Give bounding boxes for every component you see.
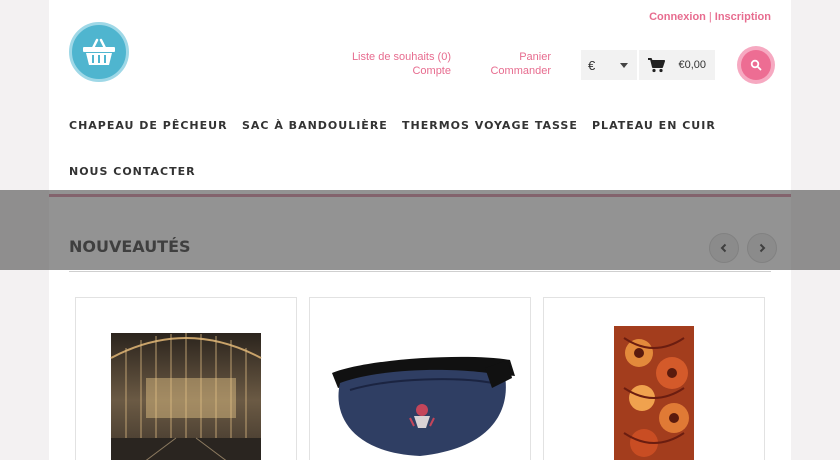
- nav-item-chapeau[interactable]: CHAPEAU DE PÊCHEUR: [69, 119, 228, 132]
- wishlist-account-links: Liste de souhaits (0) Compte: [352, 50, 451, 78]
- account-links-separator: |: [708, 11, 712, 23]
- site-logo[interactable]: [69, 22, 129, 82]
- wishlist-link[interactable]: Liste de souhaits (0): [352, 50, 451, 64]
- carousel-prev-button[interactable]: [709, 233, 739, 263]
- product-image-bag: [332, 356, 515, 456]
- carousel-next-button[interactable]: [747, 233, 777, 263]
- product-card[interactable]: [543, 297, 765, 460]
- product-card[interactable]: [75, 297, 297, 460]
- currency-select[interactable]: €: [581, 50, 637, 80]
- section-divider: [69, 271, 771, 272]
- signup-link[interactable]: Inscription: [715, 11, 771, 23]
- chevron-down-icon: [620, 63, 628, 68]
- search-button[interactable]: [737, 46, 775, 84]
- section-title: NOUVEAUTÉS: [69, 237, 191, 256]
- currency-value: €: [588, 58, 596, 73]
- basket-logo-icon: [83, 38, 115, 65]
- nav-item-sac[interactable]: SAC À BANDOULIÈRE: [242, 119, 388, 132]
- account-links: Connexion | Inscription: [649, 11, 771, 23]
- page: Connexion | Inscription Liste de souhaits …: [49, 0, 791, 460]
- nav-item-plateau[interactable]: PLATEAU EN CUIR: [592, 119, 716, 132]
- nav-item-thermos[interactable]: THERMOS VOYAGE TASSE: [402, 119, 578, 132]
- account-link[interactable]: Compte: [352, 64, 451, 78]
- chevron-right-icon: [759, 243, 766, 253]
- cart-button[interactable]: €0,00: [639, 50, 715, 80]
- nav-item-contact[interactable]: NOUS CONTACTER: [69, 165, 196, 178]
- checkout-link[interactable]: Commander: [490, 64, 551, 78]
- product-image-towel: [614, 326, 694, 460]
- product-image-station: [110, 333, 262, 460]
- product-card[interactable]: [309, 297, 531, 460]
- nav-divider: [49, 194, 791, 197]
- cart-link[interactable]: Panier: [490, 50, 551, 64]
- search-icon: [750, 59, 762, 71]
- cart-total: €0,00: [678, 59, 706, 71]
- search-button-inner: [741, 50, 771, 80]
- cart-checkout-links: Panier Commander: [490, 50, 551, 78]
- login-link[interactable]: Connexion: [649, 11, 706, 23]
- chevron-left-icon: [720, 243, 727, 253]
- cart-icon: [648, 58, 665, 73]
